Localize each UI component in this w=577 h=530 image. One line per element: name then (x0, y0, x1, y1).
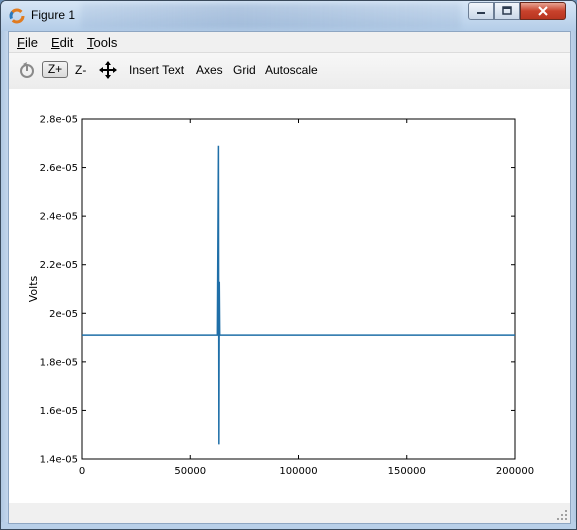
maximize-icon (502, 6, 512, 15)
maximize-button[interactable] (494, 2, 520, 20)
grid-button[interactable]: Grid (233, 63, 256, 77)
plot-frame (81, 118, 516, 460)
octave-app-icon (9, 8, 25, 24)
title-bar[interactable]: Figure 1 (1, 1, 576, 31)
rotate-icon[interactable] (18, 61, 36, 79)
line-chart: 0 50000 100000 150000 200000 1.4e-05 1.6e-05 1.… (27, 115, 534, 478)
y-tick-label: 2.6e-05 (40, 163, 78, 174)
window-client-area: File Edit Tools Z+ Z- Insert Text Axes G… (8, 31, 571, 524)
x-tick-label: 200000 (496, 466, 534, 477)
resize-grip-icon[interactable] (556, 509, 568, 521)
status-bar (9, 503, 570, 523)
x-tick-label: 50000 (174, 466, 206, 477)
y-tick-label: 2.4e-05 (40, 212, 78, 223)
zoom-in-button[interactable]: Z+ (42, 61, 68, 78)
menu-file[interactable]: File (17, 35, 38, 50)
x-tick-label: 0 (79, 466, 85, 477)
window-title: Figure 1 (31, 8, 76, 22)
y-axis-label: Volts (27, 275, 40, 302)
y-tick-label: 2e-05 (49, 309, 78, 320)
x-tick-label: 100000 (279, 466, 317, 477)
y-tick-label: 2.8e-05 (40, 115, 78, 126)
autoscale-button[interactable]: Autoscale (265, 63, 318, 77)
menu-tools[interactable]: Tools (87, 35, 117, 50)
menu-edit[interactable]: Edit (51, 35, 73, 50)
close-button[interactable] (520, 2, 566, 20)
title-blur-region (81, 3, 461, 29)
plot-canvas[interactable]: 0 50000 100000 150000 200000 1.4e-05 1.6e-05 1.… (9, 89, 570, 503)
y-tick-label: 1.8e-05 (40, 357, 78, 368)
menu-bar: File Edit Tools (9, 32, 570, 52)
minimize-button[interactable] (468, 2, 494, 20)
figure-toolbar: Z+ Z- Insert Text Axes Grid Autoscale (9, 52, 570, 90)
y-tick-label: 1.6e-05 (40, 406, 78, 417)
minimize-icon (477, 12, 485, 14)
window-frame-left (1, 31, 8, 529)
zoom-out-button[interactable]: Z- (75, 63, 86, 77)
x-tick-label: 150000 (388, 466, 426, 477)
y-tick-label: 2.2e-05 (40, 260, 78, 271)
y-tick-label: 1.4e-05 (40, 455, 78, 466)
axes-button[interactable]: Axes (196, 63, 223, 77)
figure-window: Figure 1 File Edit Tools Z+ Z- Insert Te… (0, 0, 577, 530)
pan-icon[interactable] (99, 61, 117, 79)
close-icon (538, 6, 548, 16)
insert-text-button[interactable]: Insert Text (129, 63, 184, 77)
